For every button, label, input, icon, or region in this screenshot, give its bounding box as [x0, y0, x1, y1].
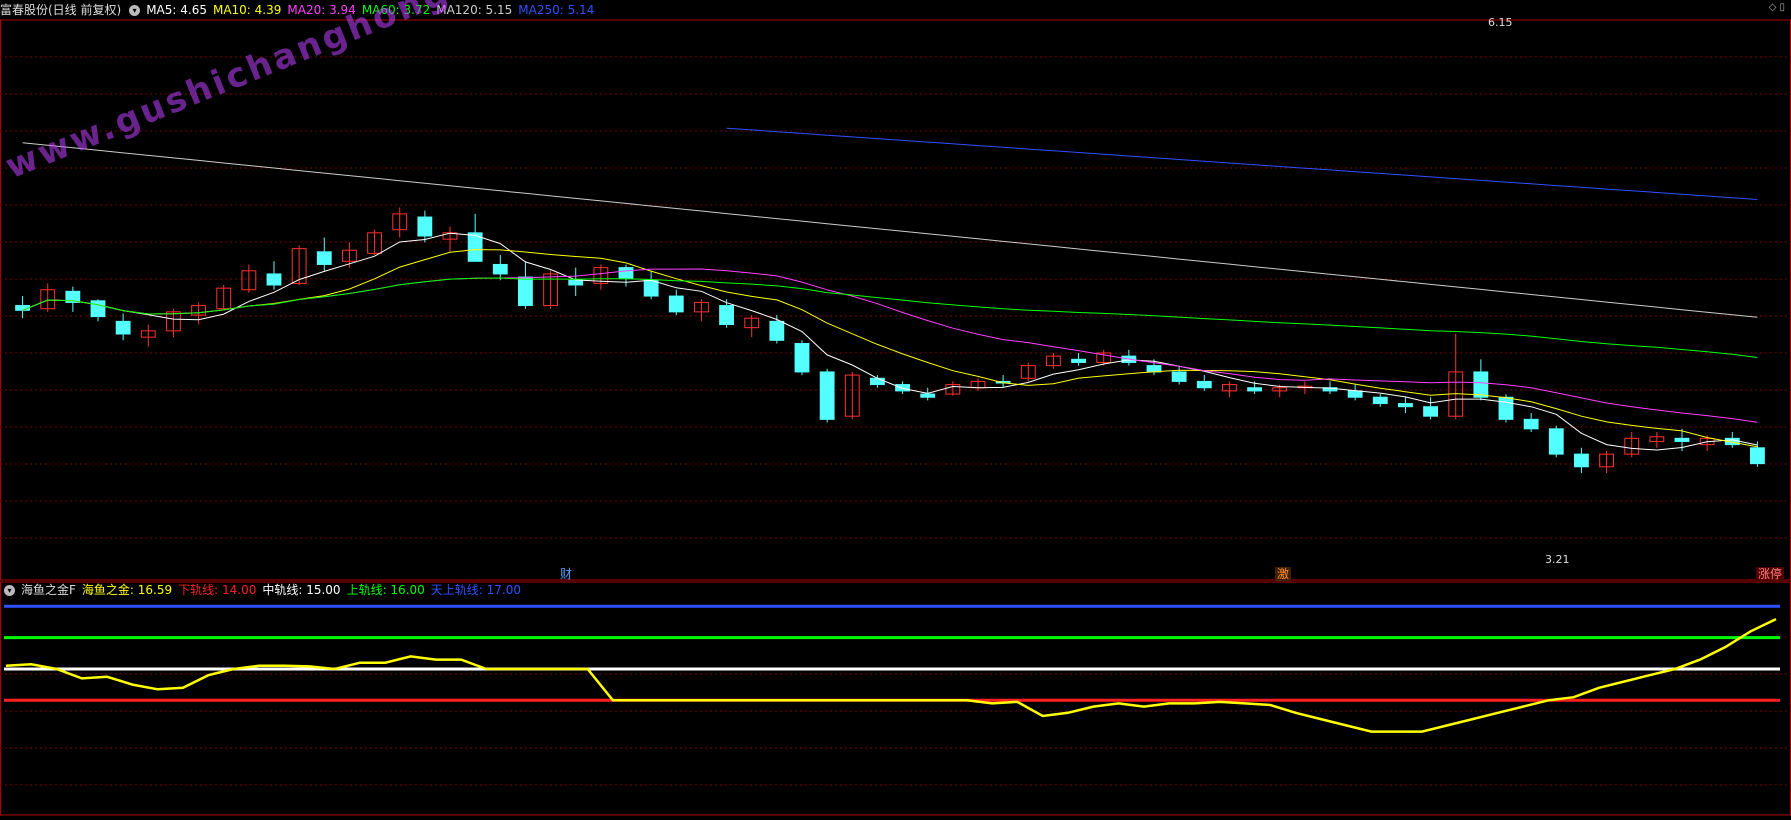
ma5-line: [22, 232, 1758, 451]
candle-down: [316, 251, 332, 265]
candle-down: [1674, 437, 1690, 442]
candle-down: [518, 276, 533, 307]
candle-down: [1523, 418, 1539, 430]
candle-down: [920, 393, 936, 398]
candle-down: [568, 279, 584, 286]
candle-down: [1247, 387, 1262, 392]
ma20-line: [22, 268, 1758, 423]
candle-down: [870, 377, 885, 386]
lower-band-label: 下轨线: 14.00: [178, 583, 257, 597]
candle-down: [90, 300, 106, 318]
dropdown-icon[interactable]: ▾: [129, 4, 141, 16]
candle-down: [895, 384, 910, 392]
candle-down: [1473, 371, 1489, 398]
chart-canvas: [0, 19, 1791, 816]
candle-down: [1146, 365, 1162, 373]
candle-down: [668, 295, 684, 313]
ma60-line: [22, 277, 1758, 358]
candle-down: [266, 273, 282, 286]
candle-down: [769, 320, 785, 341]
candle-down: [1750, 447, 1765, 465]
candle-down: [794, 342, 810, 373]
top-band-label: 天上轨线: 17.00: [430, 583, 521, 597]
candle-down: [1548, 428, 1564, 455]
indicator-line: [5, 617, 1777, 733]
candle-down: [492, 263, 508, 275]
window-controls[interactable]: ◇ ▯: [1769, 2, 1785, 13]
candle-down: [417, 216, 433, 237]
candle-down: [643, 279, 659, 297]
ma10-label: MA10: 4.39: [212, 3, 282, 17]
main-panel-frame: [0, 19, 1791, 581]
indicator-title[interactable]: 海鱼之金F: [21, 580, 76, 600]
candle-down: [618, 267, 634, 280]
candle-down: [1196, 380, 1212, 389]
event-marker-finance[interactable]: 财: [558, 567, 574, 581]
candle-down: [1071, 358, 1086, 363]
main-header: 富春股份(日线 前复权) ▾ MA5: 4.65 MA10: 4.39 MA20…: [0, 0, 600, 20]
candle-down: [1498, 396, 1514, 420]
indicator-main-label: 海鱼之金: 16.59: [81, 583, 173, 597]
candle-down: [1574, 453, 1589, 468]
candle-down: [1171, 371, 1187, 382]
candle-down: [819, 371, 835, 420]
candle-down: [719, 305, 734, 326]
ma250-label: MA250: 5.14: [518, 3, 595, 17]
candle-down: [1423, 406, 1438, 417]
indicator-panel-frame: [0, 581, 1791, 816]
indicator-header: ▾ 海鱼之金F 海鱼之金: 16.59 下轨线: 14.00 中轨线: 15.0…: [0, 580, 527, 600]
ma5-label: MA5: 4.65: [146, 3, 207, 17]
low-price-label: 3.21: [1545, 553, 1570, 566]
stock-title[interactable]: 富春股份(日线 前复权): [0, 0, 121, 20]
candle-down: [1347, 390, 1363, 398]
high-price-label: 6.15: [1488, 16, 1513, 29]
candle-down: [1398, 403, 1413, 408]
candle-down: [115, 320, 131, 335]
ma120-line: [22, 142, 1758, 318]
candle-down: [1372, 396, 1388, 405]
ma250-line: [726, 127, 1758, 200]
upper-band-label: 上轨线: 16.00: [346, 583, 425, 597]
chart-stage: 富春股份(日线 前复权) ▾ MA5: 4.65 MA10: 4.39 MA20…: [0, 0, 1791, 816]
event-marker-excite[interactable]: 激: [1275, 567, 1292, 581]
middle-band-label: 中轨线: 15.00: [262, 583, 341, 597]
event-marker-limit-up[interactable]: 涨停: [1756, 567, 1785, 581]
dropdown-icon-indicator[interactable]: ▾: [4, 584, 15, 596]
